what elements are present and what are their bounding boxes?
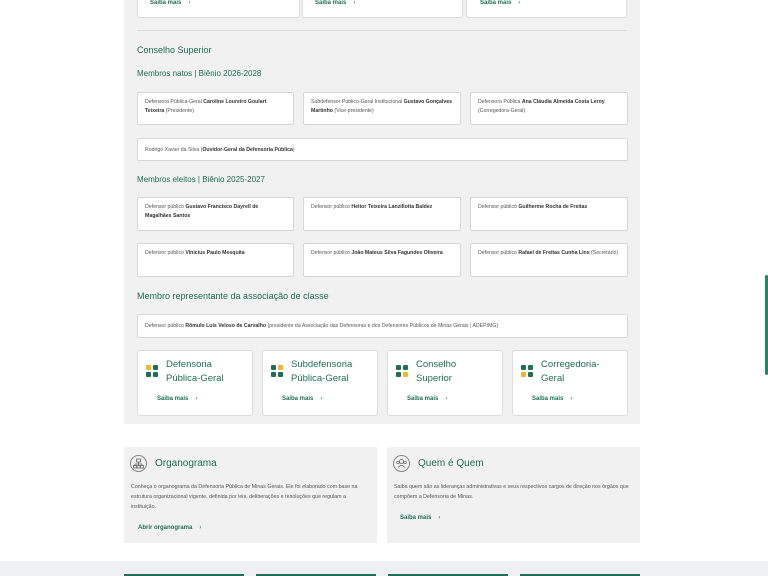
- org-card-saiba-mais-link[interactable]: Saiba mais ›: [407, 396, 447, 402]
- people-icon: [393, 455, 410, 472]
- member-card: Defensora Pública Ana Cláudia Almeida Co…: [470, 92, 628, 125]
- conselho-superior-heading: Conselho Superior: [137, 45, 212, 55]
- footer-section: [0, 561, 768, 576]
- divider: [137, 30, 627, 31]
- member-card: Defensor público Guilherme Rocha de Frei…: [470, 197, 628, 231]
- org-card-saiba-mais-link[interactable]: Saiba mais ›: [282, 396, 322, 402]
- chevron-right-icon: ›: [320, 396, 323, 402]
- chevron-right-icon: ›: [188, 0, 191, 6]
- member-card: Defensora Pública-Geral Caroline Loureir…: [137, 92, 294, 125]
- chevron-right-icon: ›: [570, 396, 573, 402]
- chevron-right-icon: ›: [353, 0, 356, 6]
- top-card-1-saiba-mais-link[interactable]: Saiba mais ›: [150, 0, 190, 6]
- org-card-title: Conselho Superior: [416, 359, 457, 384]
- org-card-saiba-mais-link[interactable]: Saiba mais ›: [157, 396, 197, 402]
- member-card: Defensor público Vinícius Paulo Mesquita: [137, 243, 294, 277]
- chevron-right-icon: ›: [199, 525, 202, 531]
- member-card: Defensor público Gustavo Francisco Dayre…: [137, 197, 294, 231]
- chevron-right-icon: ›: [438, 515, 441, 521]
- member-card: Defensor público João Mateus Silva Fagun…: [303, 243, 461, 277]
- grid-icon: [146, 365, 158, 377]
- member-card: Defensor público Heitor Teixeira Lanzill…: [303, 197, 461, 231]
- membros-natos-heading: Membros natos | Biênio 2026-2028: [137, 69, 262, 78]
- quem-e-quem-title: Quem é Quem: [418, 458, 484, 469]
- representante-card: Defensor público Rômulo Luis Veloso de C…: [137, 314, 628, 338]
- representante-heading: Membro representante da associação de cl…: [137, 291, 329, 301]
- top-card-3-saiba-mais-link[interactable]: Saiba mais ›: [480, 0, 520, 6]
- member-card: Subdefensor Público-Geral Institucional …: [303, 92, 461, 125]
- organograma-title: Organograma: [155, 458, 217, 469]
- org-card-title: Corregedoria- Geral: [541, 359, 600, 384]
- chevron-right-icon: ›: [195, 396, 198, 402]
- membros-eleitos-heading: Membros eleitos | Biênio 2025-2027: [137, 175, 265, 184]
- top-card-2-saiba-mais-link[interactable]: Saiba mais ›: [315, 0, 355, 6]
- chevron-right-icon: ›: [518, 0, 521, 6]
- grid-icon: [396, 365, 408, 377]
- grid-icon: [271, 365, 283, 377]
- abrir-organograma-link[interactable]: Abrir organograma ›: [138, 525, 201, 531]
- member-card: Defensor público Rafael de Freitas Cunha…: [470, 243, 628, 277]
- org-card-saiba-mais-link[interactable]: Saiba mais ›: [532, 396, 572, 402]
- quem-e-quem-description: Saiba quem são as lideranças administrat…: [394, 484, 629, 500]
- organograma-description: Conheça o organograma da Defensoria Públ…: [131, 484, 358, 510]
- org-chart-icon: [130, 455, 147, 472]
- org-card-title: Defensoria Pública-Geral: [166, 359, 224, 384]
- grid-icon: [521, 365, 533, 377]
- quem-saiba-mais-link[interactable]: Saiba mais ›: [400, 515, 440, 521]
- ouvidor-card: Rodrigo Xavier da Silva (Ouvidor-Geral d…: [137, 138, 628, 161]
- chevron-right-icon: ›: [445, 396, 448, 402]
- org-card-title: Subdefensoria Pública-Geral: [291, 359, 353, 384]
